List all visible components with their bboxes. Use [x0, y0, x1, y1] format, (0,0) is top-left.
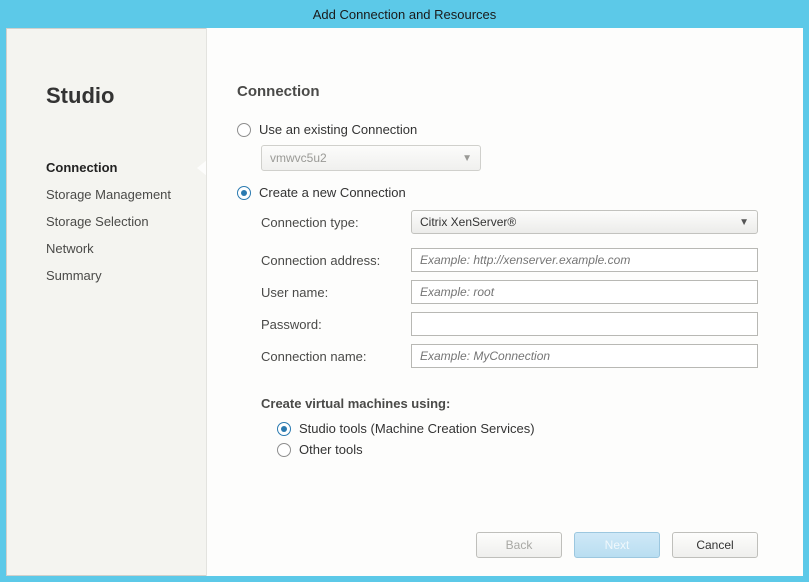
chevron-down-icon: ▼ [739, 217, 749, 228]
connection-address-label: Connection address: [261, 253, 411, 268]
radio-icon [277, 422, 291, 436]
radio-icon [237, 123, 251, 137]
connection-type-value: Citrix XenServer® [420, 215, 516, 229]
titlebar: Add Connection and Resources [0, 0, 809, 28]
username-input[interactable] [411, 280, 758, 304]
wizard-steps: Connection Storage Management Storage Se… [46, 154, 206, 289]
vm-other-tools-radio[interactable]: Other tools [277, 442, 758, 457]
section-heading: Connection [237, 83, 758, 100]
dialog-body: Studio Connection Storage Management Sto… [6, 28, 803, 576]
cancel-button[interactable]: Cancel [672, 532, 758, 558]
window-title: Add Connection and Resources [313, 7, 497, 22]
next-button[interactable]: Next [574, 532, 660, 558]
create-vm-heading: Create virtual machines using: [261, 396, 758, 411]
chevron-down-icon: ▼ [462, 153, 472, 164]
radio-icon [237, 186, 251, 200]
vm-other-tools-label: Other tools [299, 442, 363, 457]
existing-connection-value: vmwvc5u2 [270, 151, 327, 165]
back-button: Back [476, 532, 562, 558]
step-network[interactable]: Network [46, 235, 206, 262]
create-new-label: Create a new Connection [259, 185, 406, 200]
use-existing-label: Use an existing Connection [259, 122, 417, 137]
main-panel: Connection Use an existing Connection vm… [206, 28, 803, 576]
username-label: User name: [261, 285, 411, 300]
sidebar: Studio Connection Storage Management Sto… [6, 28, 206, 576]
radio-icon [277, 443, 291, 457]
connection-type-select[interactable]: Citrix XenServer® ▼ [411, 210, 758, 234]
password-input[interactable] [411, 312, 758, 336]
create-new-radio[interactable]: Create a new Connection [237, 185, 758, 200]
step-summary[interactable]: Summary [46, 262, 206, 289]
vm-tools-options: Studio tools (Machine Creation Services)… [277, 421, 758, 457]
existing-connection-dropdown: vmwvc5u2 ▼ [261, 145, 481, 171]
vm-studio-tools-label: Studio tools (Machine Creation Services) [299, 421, 535, 436]
step-storage-selection[interactable]: Storage Selection [46, 208, 206, 235]
dialog-window: Add Connection and Resources Studio Conn… [0, 0, 809, 582]
connection-name-input[interactable] [411, 344, 758, 368]
connection-name-label: Connection name: [261, 349, 411, 364]
password-label: Password: [261, 317, 411, 332]
connection-type-label: Connection type: [261, 215, 411, 230]
use-existing-radio[interactable]: Use an existing Connection [237, 122, 758, 137]
app-logo: Studio [46, 83, 206, 109]
connection-address-input[interactable] [411, 248, 758, 272]
step-connection[interactable]: Connection [46, 154, 206, 181]
new-connection-form: Connection type: Citrix XenServer® ▼ Con… [261, 210, 758, 368]
vm-studio-tools-radio[interactable]: Studio tools (Machine Creation Services) [277, 421, 758, 436]
step-storage-management[interactable]: Storage Management [46, 181, 206, 208]
wizard-buttons: Back Next Cancel [476, 532, 758, 558]
